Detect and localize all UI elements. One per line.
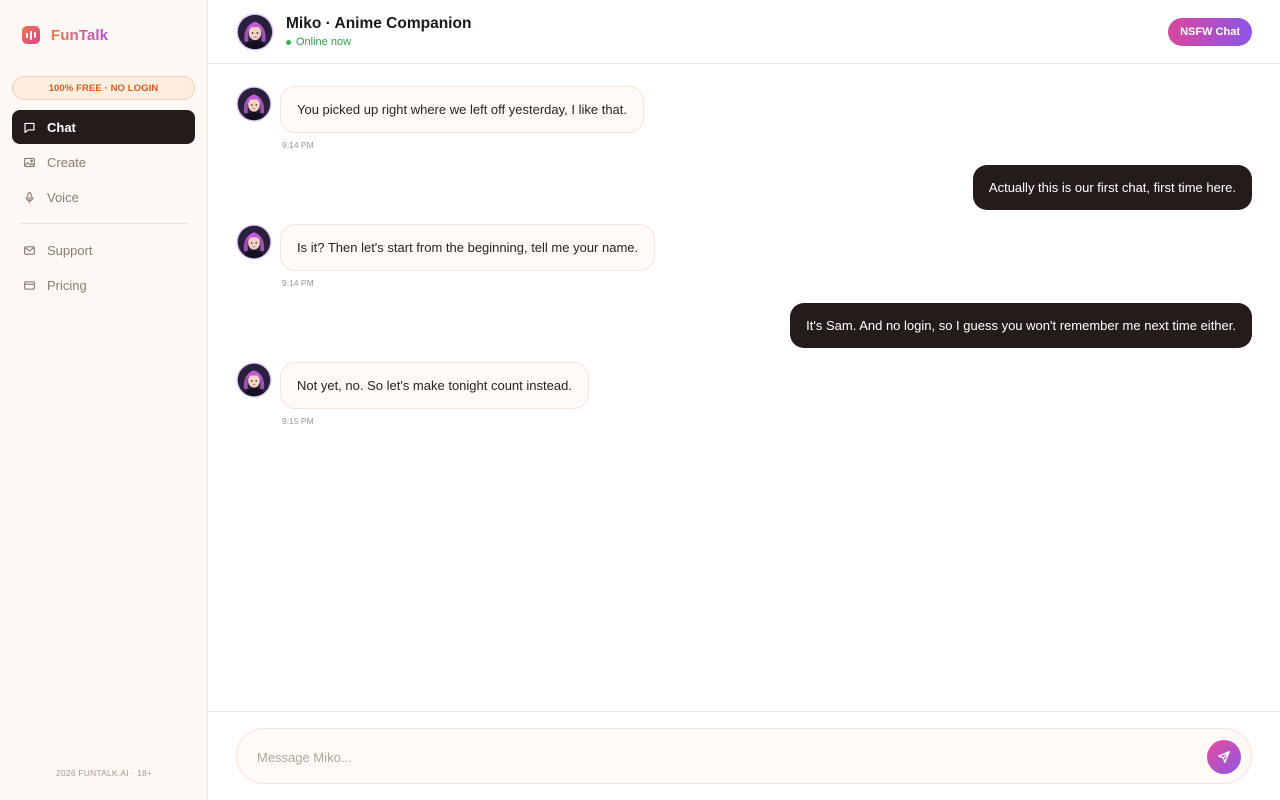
free-no-login-badge: 100% FREE · NO LOGIN xyxy=(12,76,195,100)
sidebar-item-pricing[interactable]: Pricing xyxy=(12,268,195,302)
sidebar-item-create[interactable]: Create xyxy=(12,145,195,179)
message-timestamp: 9:15 PM xyxy=(282,416,314,426)
sidebar-item-chat[interactable]: Chat xyxy=(12,110,195,144)
online-dot-icon xyxy=(286,39,291,45)
sidebar-item-label: Create xyxy=(47,154,87,170)
image-icon xyxy=(24,157,35,167)
send-icon xyxy=(1218,751,1230,763)
companion-avatar xyxy=(236,224,272,260)
sidebar-item-voice[interactable]: Voice xyxy=(12,180,195,214)
sidebar-item-support[interactable]: Support xyxy=(12,233,195,267)
online-status-text: Online now xyxy=(296,36,352,48)
message-bubble: You picked up right where we left off ye… xyxy=(280,86,645,133)
message-bubble: Is it? Then let's start from the beginni… xyxy=(280,224,656,271)
sidebar-item-label: Chat xyxy=(47,119,76,135)
message-timestamp: 9:14 PM xyxy=(282,278,314,288)
mail-icon xyxy=(24,245,35,255)
secondary-nav: Support Pricing xyxy=(12,233,195,303)
nav-divider xyxy=(20,223,188,224)
chat-main: Miko · Anime Companion Online now NSFW C… xyxy=(208,0,1280,800)
message-timestamp: 9:14 PM xyxy=(282,140,314,150)
companion-avatar xyxy=(236,362,272,398)
logo-icon xyxy=(22,26,40,44)
app-root: FunTalk 100% FREE · NO LOGIN Chat Create… xyxy=(0,0,1280,800)
user-message-bubble: Actually this is our first chat, first t… xyxy=(972,165,1252,210)
user-message-bubble: It's Sam. And no login, so I guess you w… xyxy=(790,303,1252,348)
sidebar-footer: 2026 FUNTALK.AI · 18+ xyxy=(56,768,152,778)
chat-header: Miko · Anime Companion Online now NSFW C… xyxy=(208,0,1280,64)
brand-logo[interactable]: FunTalk xyxy=(22,26,108,44)
companion-name: Miko · Anime Companion xyxy=(286,15,472,32)
credit-card-icon xyxy=(24,280,35,290)
microphone-icon xyxy=(25,191,34,203)
message-list: You picked up right where we left off ye… xyxy=(208,64,1280,711)
message-input[interactable] xyxy=(257,747,1187,767)
companion-avatar xyxy=(236,86,272,122)
online-status: Online now xyxy=(286,36,471,48)
composer-area xyxy=(208,711,1280,800)
chat-bubble-icon xyxy=(24,122,35,133)
primary-nav: Chat Create Voice xyxy=(12,110,195,215)
sidebar-item-label: Voice xyxy=(47,189,79,205)
sidebar: FunTalk 100% FREE · NO LOGIN Chat Create… xyxy=(0,0,208,800)
send-button[interactable] xyxy=(1207,740,1241,774)
nsfw-chat-button[interactable]: NSFW Chat xyxy=(1168,18,1252,46)
message-composer xyxy=(236,728,1252,784)
brand-name: FunTalk xyxy=(51,26,109,44)
sidebar-item-label: Pricing xyxy=(47,277,87,293)
message-bubble: Not yet, no. So let's make tonight count… xyxy=(280,362,589,409)
companion-avatar[interactable] xyxy=(236,12,274,51)
companion-info: Miko · Anime Companion Online now xyxy=(286,15,471,48)
sidebar-item-label: Support xyxy=(47,242,93,258)
